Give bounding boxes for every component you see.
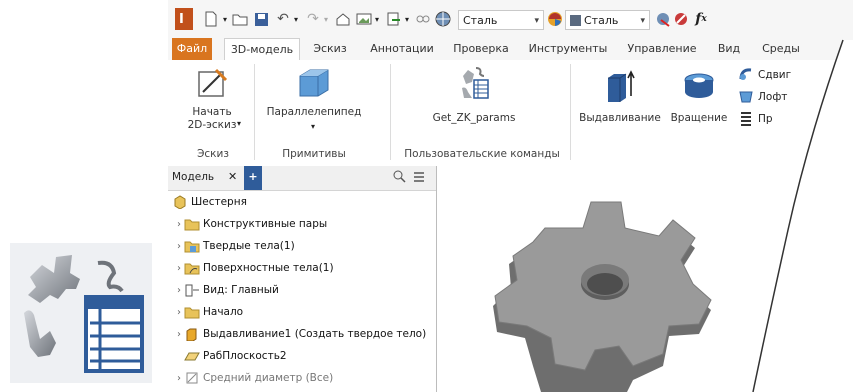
inventor-window: I ▾ ↶ ▾ ↷ ▾ ▾ ▾ Сталь ▾ Сталь ▾ f x Файл… bbox=[168, 0, 853, 392]
torn-edge bbox=[752, 39, 853, 392]
get-params-large-icon bbox=[10, 243, 152, 383]
